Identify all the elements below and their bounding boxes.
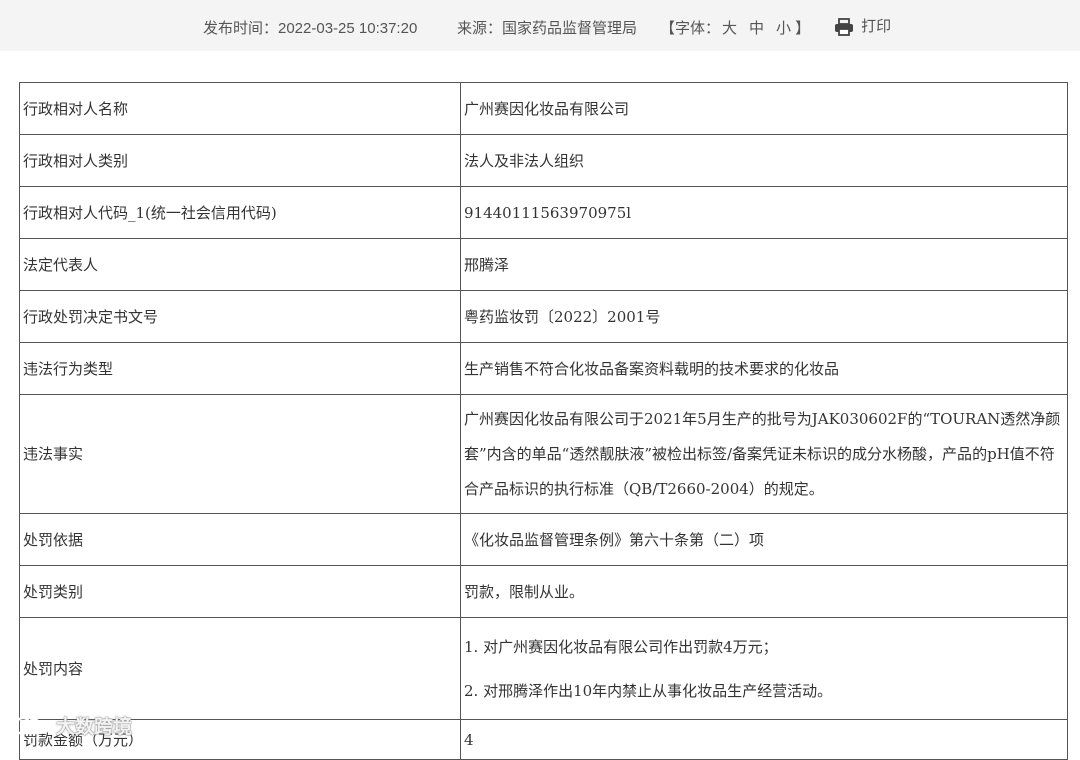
row-value: 广州赛因化妆品有限公司于2021年5月生产的批号为JAK030602F的“TOU… [460,394,1068,514]
table-row: 处罚内容 1. 对广州赛因化妆品有限公司作出罚款4万元； 2. 对邢腾泽作出10… [19,617,1068,720]
print-label: 打印 [861,18,892,35]
printer-icon [835,18,853,36]
font-size-suffix: 】 [795,20,811,37]
table-row: 行政相对人类别 法人及非法人组织 [19,134,1068,187]
table-row: 行政相对人名称 广州赛因化妆品有限公司 [19,82,1068,135]
row-label: 行政处罚决定书文号 [19,290,461,343]
font-small-link[interactable]: 小 [776,20,791,37]
row-label: 行政相对人名称 [19,82,461,135]
row-value: 1. 对广州赛因化妆品有限公司作出罚款4万元； 2. 对邢腾泽作出10年内禁止从… [460,617,1068,720]
font-medium-link[interactable]: 中 [749,20,764,37]
publish-time: 发布时间：2022-03-25 10:37:20 [203,20,418,37]
font-size-switcher: 【字体：大中小】 [660,17,810,38]
table-row: 违法行为类型 生产销售不符合化妆品备案资料载明的技术要求的化妆品 [19,342,1068,395]
row-label: 违法行为类型 [19,342,461,395]
table-row: 违法事实 广州赛因化妆品有限公司于2021年5月生产的批号为JAK030602F… [19,394,1068,514]
row-value: 粤药监妆罚〔2022〕2001号 [460,290,1068,343]
row-label: 处罚类别 [19,565,461,618]
row-label: 违法事实 [19,394,461,514]
row-value: 91440111563970975l [460,186,1068,239]
table-row: 行政处罚决定书文号 粤药监妆罚〔2022〕2001号 [19,290,1068,343]
penalty-info-table: 行政相对人名称 广州赛因化妆品有限公司 行政相对人类别 法人及非法人组织 行政相… [19,82,1068,760]
cloud-logo-icon [9,716,47,734]
table-row: 处罚依据 《化妆品监督管理条例》第六十条第（二）项 [19,513,1068,566]
watermark: 大数跨境 [6,712,132,739]
font-large-link[interactable]: 大 [722,20,737,37]
row-label: 处罚依据 [19,513,461,566]
penalty-line: 1. 对广州赛因化妆品有限公司作出罚款4万元； [464,637,778,656]
penalty-line: 2. 对邢腾泽作出10年内禁止从事化妆品生产经营活动。 [464,681,833,700]
table-row: 处罚类别 罚款，限制从业。 [19,565,1068,618]
table-row: 行政相对人代码_1(统一社会信用代码) 91440111563970975l [19,186,1068,239]
row-value: 法人及非法人组织 [460,134,1068,187]
row-label: 行政相对人代码_1(统一社会信用代码) [19,186,461,239]
table-row: 法定代表人 邢腾泽 [19,238,1068,291]
row-value: 生产销售不符合化妆品备案资料载明的技术要求的化妆品 [460,342,1068,395]
row-label: 法定代表人 [19,238,461,291]
row-value: 《化妆品监督管理条例》第六十条第（二）项 [460,513,1068,566]
table-row: 罚款金额（万元） 4 [19,719,1068,760]
row-value: 4 [460,719,1068,760]
row-value: 罚款，限制从业。 [460,565,1068,618]
row-value: 广州赛因化妆品有限公司 [460,82,1068,135]
source: 来源：国家药品监督管理局 [457,20,638,37]
print-button[interactable]: 打印 [834,15,891,36]
row-value: 邢腾泽 [460,238,1068,291]
watermark-text: 大数跨境 [56,716,133,738]
article-meta-bar: 发布时间：2022-03-25 10:37:20 来源：国家药品监督管理局 【字… [0,0,1080,51]
font-size-prefix: 【字体： [660,20,721,37]
row-label: 行政相对人类别 [19,134,461,187]
row-label: 处罚内容 [19,617,461,720]
